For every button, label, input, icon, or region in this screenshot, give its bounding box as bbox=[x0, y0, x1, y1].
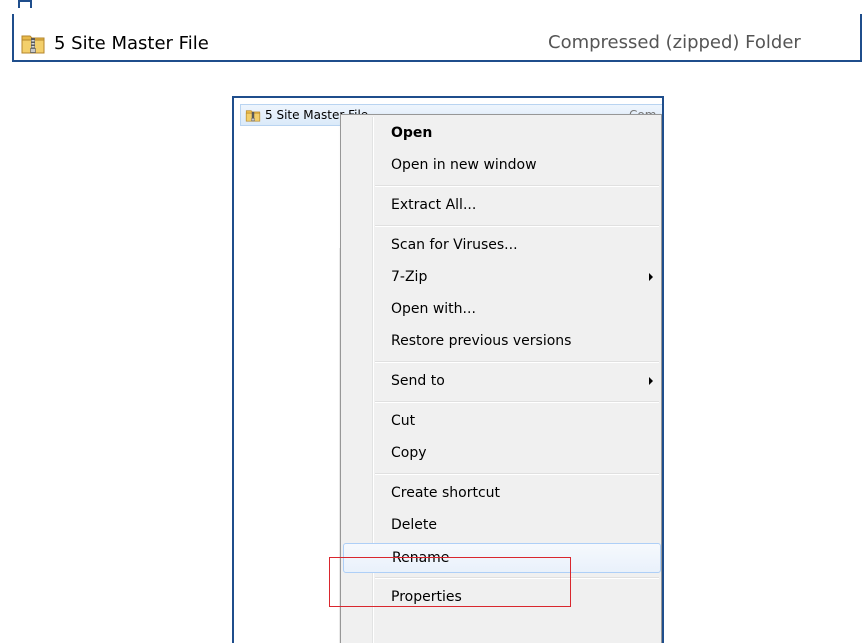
frame-stub bbox=[18, 0, 32, 8]
menu-item-copy[interactable]: Copy bbox=[343, 439, 661, 469]
menu-item-label: Delete bbox=[391, 517, 437, 533]
menu-item-7zip[interactable]: 7-Zip bbox=[343, 263, 661, 293]
file-name: 5 Site Master File bbox=[54, 32, 209, 54]
menu-item-open-with[interactable]: Open with... bbox=[343, 295, 661, 325]
menu-item-properties[interactable]: Properties bbox=[343, 583, 661, 613]
menu-item-rename[interactable]: Rename bbox=[343, 543, 661, 573]
menu-item-cut[interactable]: Cut bbox=[343, 407, 661, 437]
menu-separator bbox=[375, 361, 659, 363]
menu-item-label: Send to bbox=[391, 373, 445, 389]
explorer-blank-area bbox=[234, 128, 338, 643]
menu-item-open-in-new-window[interactable]: Open in new window bbox=[343, 151, 661, 181]
menu-separator bbox=[375, 225, 659, 227]
file-type: Compressed (zipped) Folder bbox=[548, 32, 801, 53]
menu-item-label: Properties bbox=[391, 589, 462, 605]
menu-item-restore-previous-versions[interactable]: Restore previous versions bbox=[343, 327, 661, 357]
menu-item-label: Create shortcut bbox=[391, 485, 501, 501]
menu-item-create-shortcut[interactable]: Create shortcut bbox=[343, 479, 661, 509]
menu-item-label: Rename bbox=[392, 550, 450, 566]
menu-item-label: Copy bbox=[391, 445, 427, 461]
menu-item-scan-for-viruses[interactable]: Scan for Viruses... bbox=[343, 231, 661, 261]
zip-folder-icon bbox=[245, 110, 261, 122]
menu-item-send-to[interactable]: Send to bbox=[343, 367, 661, 397]
menu-item-extract-all[interactable]: Extract All... bbox=[343, 191, 661, 221]
menu-item-label: Open in new window bbox=[391, 157, 537, 173]
menu-separator bbox=[375, 473, 659, 475]
menu-item-label: Open bbox=[391, 125, 433, 141]
menu-separator bbox=[375, 577, 659, 579]
zip-folder-icon bbox=[21, 35, 45, 54]
chevron-right-icon bbox=[649, 273, 653, 281]
canvas: 5 Site Master File Compressed (zipped) F… bbox=[0, 0, 864, 643]
menu-item-open[interactable]: Open bbox=[343, 119, 661, 149]
menu-item-label: Open with... bbox=[391, 301, 476, 317]
menu-item-label: 7-Zip bbox=[391, 269, 428, 285]
menu-item-label: Extract All... bbox=[391, 197, 477, 213]
menu-separator bbox=[375, 185, 659, 187]
context-menu: Open Open in new window Extract All... S… bbox=[340, 114, 662, 643]
menu-separator bbox=[375, 401, 659, 403]
explorer-screenshot: 5 Site Master File Com Open Open in new … bbox=[232, 96, 664, 643]
menu-item-label: Scan for Viruses... bbox=[391, 237, 518, 253]
menu-item-delete[interactable]: Delete bbox=[343, 511, 661, 541]
menu-item-label: Cut bbox=[391, 413, 416, 429]
menu-item-label: Restore previous versions bbox=[391, 333, 572, 349]
chevron-right-icon bbox=[649, 377, 653, 385]
zoomed-file-row[interactable]: 5 Site Master File Compressed (zipped) F… bbox=[20, 28, 860, 58]
